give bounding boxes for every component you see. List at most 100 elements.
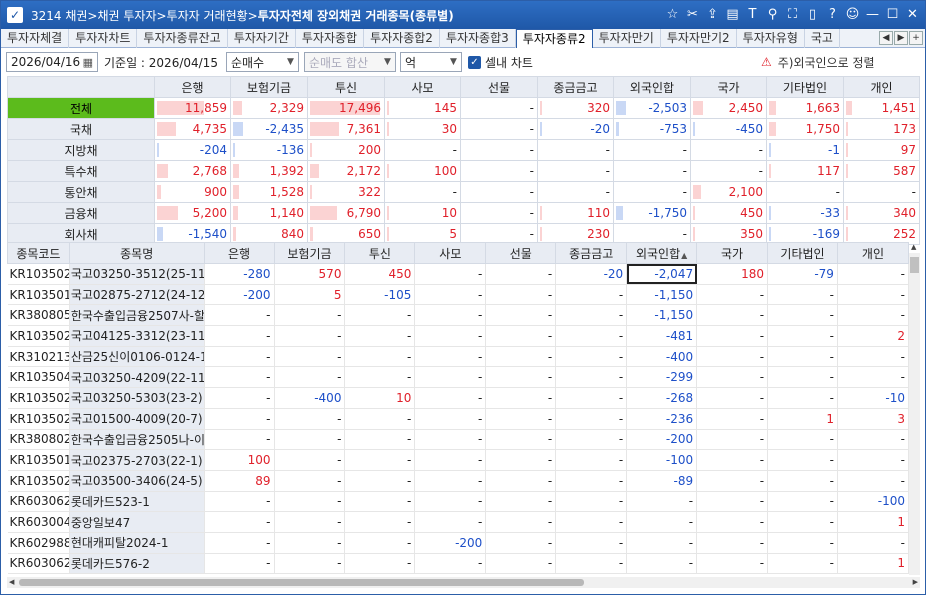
detail-row[interactable]: KR602988BE현대캐피탈2024-1----200------ [7,532,910,554]
favorite-star-icon[interactable]: ☆ [664,6,681,23]
detail-col-header[interactable]: 종금금고 [555,242,628,264]
detail-row[interactable]: KR6030041F중앙일보47---------1 [7,511,910,533]
date-picker[interactable]: 2026/04/16 ▦ [6,52,98,72]
summary-cell: - [843,181,920,203]
summary-col-header[interactable]: 투신 [307,76,385,98]
detail-row[interactable]: KR103502GD국고03250-5303(23-2)--40010----2… [7,387,910,409]
detail-row[interactable]: KR103501GE국고02875-2712(24-12)-2005-105--… [7,284,910,306]
summary-col-header[interactable]: 선물 [460,76,538,98]
trade-type-select[interactable]: 순매수 ▼ [225,52,299,72]
detail-row[interactable]: KR103501GC국고02375-2703(22-1)100------100… [7,449,910,471]
detail-col-header[interactable]: 종목명 [68,242,205,264]
fullscreen-icon[interactable]: ⛶ [784,6,801,23]
tab-5[interactable]: 투자자종합2 [364,29,440,48]
summary-col-header[interactable]: 은행 [154,76,231,98]
summary-cell: 322 [307,181,385,203]
calendar-icon[interactable]: ▦ [83,56,93,69]
vertical-scroll-thumb[interactable] [910,257,919,273]
trade-type-value: 순매수 [230,55,265,70]
sum-mode-select[interactable]: 순매도 합산 ▼ [303,52,396,72]
link-icon[interactable]: ⚲ [764,6,781,23]
detail-row[interactable]: KR6030624F롯데카드523-1----------100 [7,491,910,513]
detail-row[interactable]: KR103504GC국고03250-4209(22-11)-------299-… [7,366,910,389]
summary-cell: 1,451 [843,97,920,119]
detail-row[interactable]: KR103502GE국고03500-3406(24-5)89------89--… [7,469,910,492]
detail-col-header[interactable]: 투신 [344,242,416,264]
summary-col-header[interactable]: 외국인합 [613,76,691,98]
tab-7[interactable]: 투자자종류2 [515,29,593,48]
tab-10[interactable]: 투자자유형 [737,29,805,48]
tab-9[interactable]: 투자자만기2 [661,29,737,48]
summary-value: -20 [590,122,610,136]
detail-row[interactable]: KR103502GF국고03250-3512(25-11)-280570450-… [7,263,910,285]
smile-icon[interactable]: ☺ [844,6,861,23]
summary-col-header[interactable]: 기타법인 [766,76,844,98]
summary-value: 10 [441,206,457,220]
detail-cell: - [837,449,910,471]
tab-add-icon[interactable]: + [909,31,923,45]
detail-col-header[interactable]: 외국인합▲ [626,242,698,264]
summary-cell: -33 [766,202,844,224]
font-size-icon[interactable]: T [744,6,761,23]
print-icon[interactable]: ▤ [724,6,741,23]
sort-asc-icon: ▲ [681,250,688,260]
window-check-icon[interactable]: ✓ [7,7,23,23]
summary-cell: - [613,160,691,182]
detail-col-header[interactable]: 종목코드 [7,242,70,264]
detail-col-header[interactable]: 보험기금 [273,242,346,264]
scroll-up-icon[interactable]: ▲ [911,243,916,251]
summary-row[interactable]: 특수채 2,768 1,392 2,172 100 - - - - 117 587 [7,160,920,182]
detail-col-header[interactable]: 기타법인 [767,242,838,264]
summary-col-header[interactable]: 보험기금 [230,76,308,98]
close-icon[interactable]: ✕ [904,6,921,23]
detail-grid: 종목코드 종목명 은행 보험기금 투신 사모 선물 종금금고 외국인합▲ 국가 기타법인 개인 KR1… [7,242,910,575]
tools-icon[interactable]: ✂ [684,6,701,23]
minimize-icon[interactable]: — [864,6,881,23]
detail-col-header[interactable]: 개인 [836,242,910,264]
summary-col-header[interactable]: 종금금고 [537,76,614,98]
unit-select[interactable]: 억 ▼ [399,52,462,72]
detail-row[interactable]: KR6030624F롯데카드576-2---------1 [7,553,910,575]
detail-col-header[interactable]: 은행 [203,242,275,264]
detail-row[interactable]: KR310213GF산금25신이0106-0124-1-------400--- [7,346,910,368]
summary-col-header[interactable]: 사모 [384,76,461,98]
summary-row[interactable]: 전체 11,859 2,329 17,496 145 - 320 -2,503 2,450 1,6… [7,97,920,119]
horizontal-scrollbar[interactable]: ◀ ▶ [7,577,920,588]
tab-4[interactable]: 투자자종합 [296,29,365,48]
tab-2[interactable]: 투자자종류잔고 [137,29,228,48]
tab-next-icon[interactable]: ▶ [894,31,908,45]
tab-1[interactable]: 투자자차트 [69,29,138,48]
scroll-right-icon[interactable]: ▶ [913,578,918,586]
detail-row[interactable]: KR103502GD국고04125-3312(23-11)-------481-… [7,325,910,347]
detail-col-header[interactable]: 국가 [696,242,769,264]
summary-col-header[interactable]: 국가 [690,76,767,98]
horizontal-scroll-thumb[interactable] [19,579,584,586]
vertical-scrollbar[interactable]: ▲ [909,243,920,575]
cell-chart-checkbox[interactable]: ✓ [467,55,481,69]
base-date-label: 기준일 : 2026/04/15 [104,55,218,70]
detail-col-header[interactable]: 사모 [414,242,487,264]
export-icon[interactable]: ⇪ [704,6,721,23]
bond-code: KR6030041F [7,511,70,533]
summary-row[interactable]: 통안채 900 1,528 322 - - - - 2,100 - - [7,181,920,203]
tab-prev-icon[interactable]: ◀ [879,31,893,45]
maximize-icon[interactable]: ☐ [884,6,901,23]
tab-0[interactable]: 투자자체결 [1,29,70,48]
detail-row[interactable]: KR103502A국고01500-4009(20-7)-------236-13 [7,408,910,430]
cell-chart-bar [310,227,313,241]
summary-row[interactable]: 금융채 5,200 1,140 6,790 10 - 110 -1,750 450 -33 340 [7,202,920,224]
help-icon[interactable]: ? [824,6,841,23]
pin-icon[interactable]: ▯ [804,6,821,23]
detail-col-header[interactable]: 선물 [485,242,557,264]
summary-col-header[interactable]: 개인 [843,76,920,98]
tab-6[interactable]: 투자자종합3 [440,29,516,48]
detail-row[interactable]: KR380802GF한국수출입금융2505나-이-------200--- [7,429,910,451]
scroll-left-icon[interactable]: ◀ [9,578,14,586]
summary-row[interactable]: 국채 4,735 -2,435 7,361 30 - -20 -753 -450 1,750 173 [7,118,920,140]
tab-8[interactable]: 투자자만기 [593,29,661,48]
summary-row[interactable]: 지방채 -204 -136 200 - - - - - -1 97 [7,139,920,161]
detail-cell: - [767,346,838,368]
detail-row[interactable]: KR380805AF한국수출입금융2507사-할-------1,150--- [7,304,910,327]
tab-11[interactable]: 국고 [805,29,840,48]
tab-3[interactable]: 투자자기간 [228,29,296,48]
